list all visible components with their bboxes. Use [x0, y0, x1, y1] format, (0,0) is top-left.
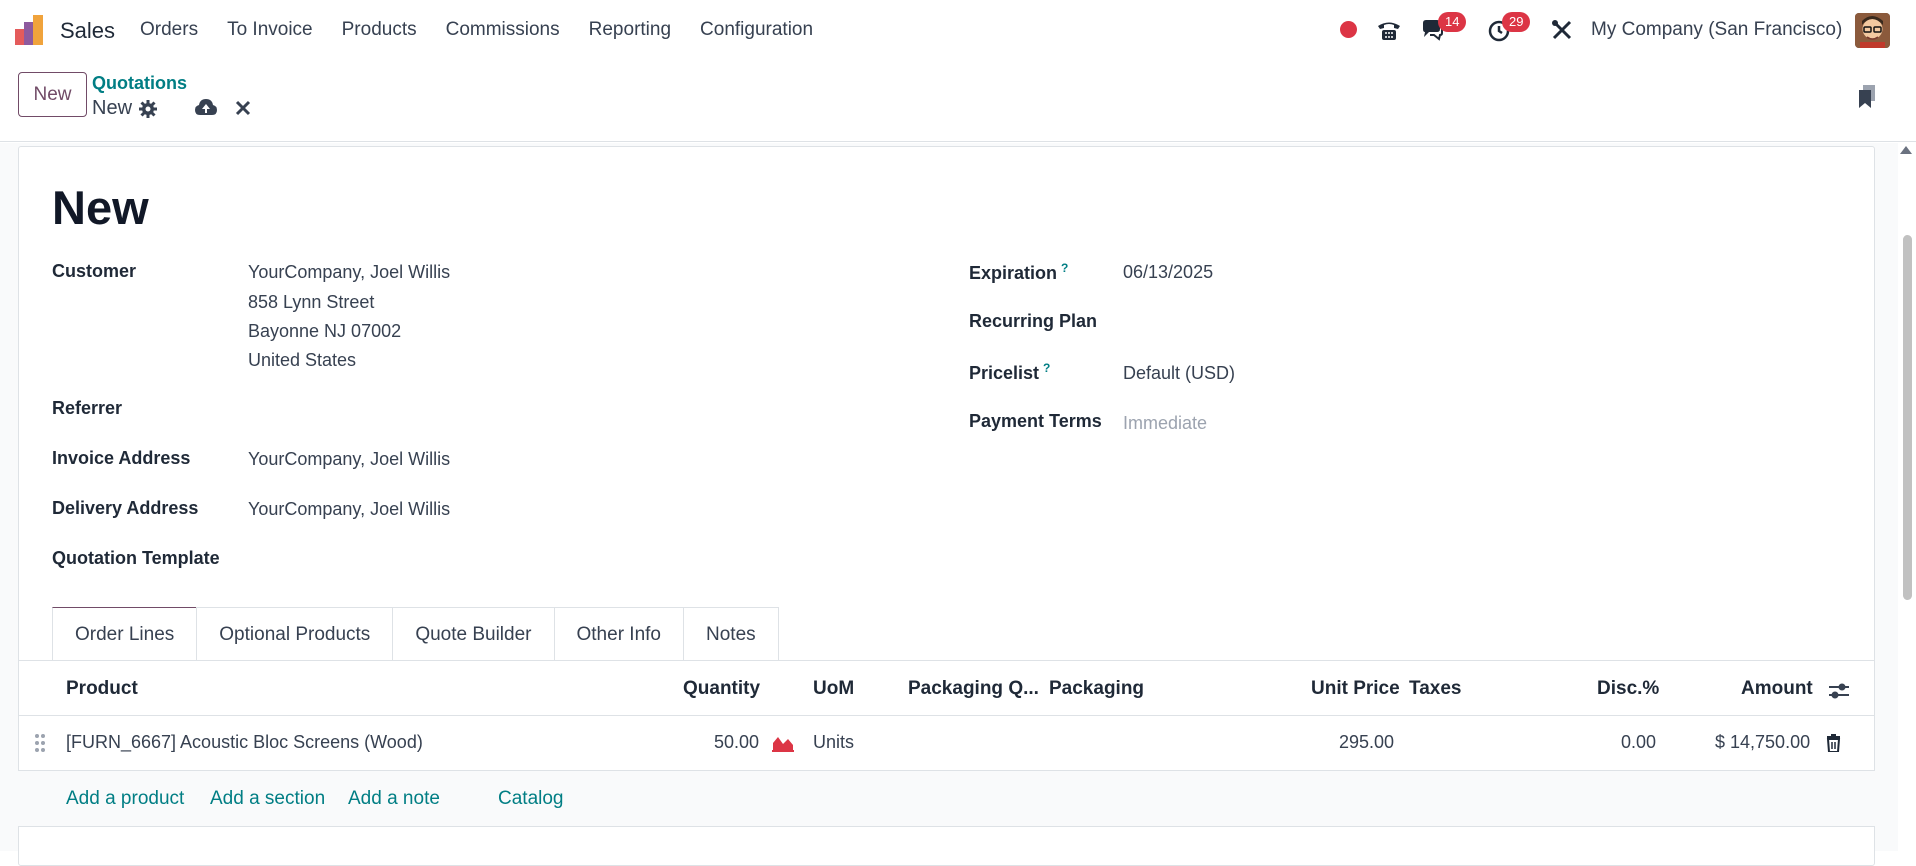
expiration-date-field[interactable]: 06/13/2025	[1123, 262, 1213, 283]
referrer-field[interactable]	[248, 398, 848, 422]
cloud-upload-icon[interactable]	[194, 97, 218, 119]
cell-discount[interactable]: 0.00	[1621, 732, 1656, 753]
user-avatar[interactable]	[1855, 13, 1890, 48]
sales-app-icon[interactable]	[15, 15, 47, 45]
control-panel: New Quotations New	[0, 60, 1916, 142]
invoice-address-label: Invoice Address	[52, 448, 191, 468]
tab-other-info[interactable]: Other Info	[553, 607, 684, 661]
delivery-address-label: Delivery Address	[52, 498, 199, 518]
quotation-template-field[interactable]	[248, 548, 848, 572]
new-button[interactable]: New	[18, 72, 87, 117]
scrollbar-thumb[interactable]	[1903, 235, 1912, 600]
record-indicator-icon[interactable]	[1340, 21, 1357, 38]
tabs-divider	[18, 660, 1875, 661]
column-header-packaging[interactable]: Packaging	[1049, 678, 1144, 700]
activities-badge: 29	[1502, 12, 1531, 32]
invoice-address-field[interactable]: YourCompany, Joel Willis	[248, 449, 450, 470]
customer-name[interactable]: YourCompany, Joel Willis	[248, 262, 450, 283]
breadcrumb-quotations[interactable]: Quotations	[92, 73, 187, 94]
tab-quote-builder[interactable]: Quote Builder	[392, 607, 555, 661]
menu-products[interactable]: Products	[342, 19, 417, 41]
notebook-tabs: Order Lines Optional Products Quote Buil…	[52, 607, 779, 661]
column-header-quantity[interactable]: Quantity	[683, 678, 760, 700]
column-header-uom[interactable]: UoM	[813, 678, 854, 700]
menu-configuration[interactable]: Configuration	[700, 19, 813, 41]
breadcrumb-current: New	[92, 97, 133, 119]
referrer-label: Referrer	[52, 398, 123, 418]
debug-tools-icon[interactable]	[1549, 17, 1575, 43]
payment-terms-label: Payment Terms	[969, 411, 1102, 431]
catalog-link[interactable]: Catalog	[498, 788, 564, 810]
delivery-address-field[interactable]: YourCompany, Joel Willis	[248, 499, 450, 520]
discard-close-icon[interactable]	[234, 99, 252, 117]
pricelist-label: Pricelist?	[969, 361, 1051, 383]
pricelist-field[interactable]: Default (USD)	[1123, 363, 1235, 384]
column-header-unit-price[interactable]: Unit Price	[1311, 678, 1400, 700]
delete-row-icon[interactable]	[1826, 734, 1841, 752]
bookmark-icon[interactable]	[1857, 84, 1877, 110]
cell-product[interactable]: [FURN_6667] Acoustic Bloc Screens (Wood)	[66, 732, 423, 753]
messages-badge: 14	[1438, 12, 1467, 32]
phone-icon[interactable]	[1376, 17, 1402, 43]
customer-street: 858 Lynn Street	[248, 292, 375, 312]
menu-to-invoice[interactable]: To Invoice	[227, 19, 313, 41]
column-header-packaging-qty[interactable]: Packaging Q...	[908, 678, 1039, 700]
customer-label: Customer	[52, 261, 137, 281]
recurring-plan-label: Recurring Plan	[969, 311, 1098, 331]
customer-city: Bayonne NJ 07002	[248, 321, 402, 341]
record-title: New	[52, 181, 149, 234]
add-note-link[interactable]: Add a note	[348, 788, 440, 810]
forecast-chart-icon[interactable]	[772, 734, 794, 752]
recurring-plan-field[interactable]	[1123, 311, 1723, 335]
customer-country: United States	[248, 350, 357, 370]
expiration-help-icon[interactable]: ?	[1061, 261, 1068, 275]
top-navbar: Sales Orders To Invoice Products Commiss…	[0, 0, 1916, 60]
add-section-link[interactable]: Add a section	[210, 788, 325, 810]
gear-icon[interactable]	[138, 99, 158, 119]
cell-amount: $ 14,750.00	[1715, 732, 1811, 752]
quotation-template-label: Quotation Template	[52, 548, 220, 568]
header-divider	[18, 715, 1875, 716]
menu-orders[interactable]: Orders	[140, 19, 198, 41]
menu-commissions[interactable]: Commissions	[446, 19, 560, 41]
actions-divider	[18, 826, 1875, 827]
drag-handle-icon[interactable]	[34, 733, 46, 753]
scroll-up-arrow-icon[interactable]	[1900, 146, 1912, 154]
cell-unit-price[interactable]: 295.00	[1339, 732, 1394, 753]
app-name[interactable]: Sales	[60, 18, 115, 44]
menu-reporting[interactable]: Reporting	[589, 19, 671, 41]
add-product-link[interactable]: Add a product	[66, 788, 184, 810]
column-header-product[interactable]: Product	[66, 678, 138, 700]
column-header-taxes[interactable]: Taxes	[1409, 678, 1461, 700]
tab-notes[interactable]: Notes	[683, 607, 779, 661]
column-header-amount[interactable]: Amount	[1741, 678, 1813, 700]
payment-terms-field[interactable]: Immediate	[1123, 413, 1207, 434]
column-header-discount[interactable]: Disc.%	[1597, 678, 1659, 700]
expiration-label: Expiration?	[969, 261, 1069, 283]
tab-optional-products[interactable]: Optional Products	[196, 607, 394, 661]
pricelist-help-icon[interactable]: ?	[1043, 361, 1050, 375]
optional-columns-icon[interactable]	[1828, 681, 1850, 701]
cell-uom[interactable]: Units	[813, 732, 854, 753]
main-menu: Orders To Invoice Products Commissions R…	[140, 19, 842, 41]
company-switcher[interactable]: My Company (San Francisco)	[1591, 19, 1842, 41]
cell-quantity[interactable]: 50.00	[714, 732, 759, 753]
tab-order-lines[interactable]: Order Lines	[52, 607, 198, 661]
